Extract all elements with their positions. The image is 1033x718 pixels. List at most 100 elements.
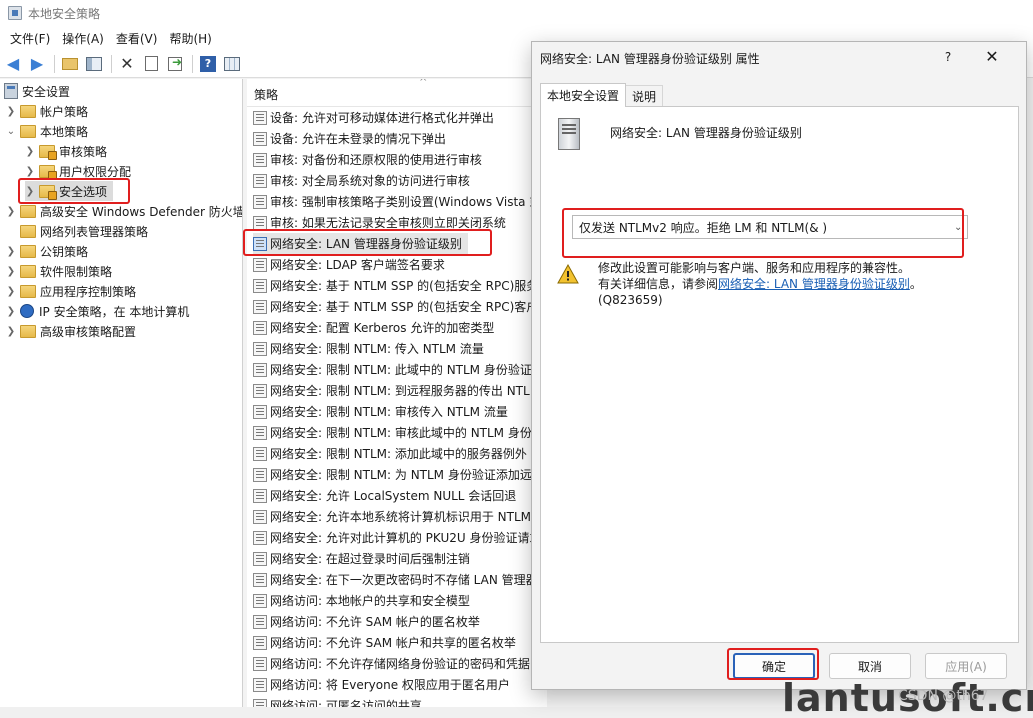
delete-button[interactable]: ✕ [116,53,138,75]
policy-row[interactable]: 网络安全: 在超过登录时间后强制注销 [253,548,470,569]
policy-row[interactable]: 网络安全: 基于 NTLM SSP 的(包括安全 RPC)客户 [253,296,538,317]
chevron-right-icon[interactable]: ❯ [25,146,35,157]
policy-row[interactable]: 审核: 如果无法记录安全审核则立即关闭系统 [253,212,506,233]
tree-item-defender-firewall[interactable]: ❯ 高级安全 Windows Defender 防火墙 [6,201,242,221]
warning-line: 有关详细信息，请参阅网络安全: LAN 管理器身份验证级别。 [598,276,998,292]
policy-label: 网络安全: 基于 NTLM SSP 的(包括安全 RPC)服务 [270,279,539,293]
policy-row[interactable]: 网络安全: 限制 NTLM: 审核传入 NTLM 流量 [253,401,508,422]
tree-item-audit-policy[interactable]: ❯ 审核策略 [25,141,107,161]
delete-icon: ✕ [120,54,134,73]
policy-row[interactable]: 网络安全: LDAP 客户端签名要求 [253,254,445,275]
policy-row[interactable]: 网络安全: 允许本地系统将计算机标识用于 NTLM [253,506,531,527]
policy-label: 网络安全: 允许对此计算机的 PKU2U 身份验证请求 [270,531,542,545]
tree-item-label: 公钥策略 [40,244,89,259]
tree-item-security-options[interactable]: ❯ 安全选项 [25,181,114,201]
policy-row[interactable]: 网络访问: 不允许 SAM 帐户的匿名枚举 [253,611,480,632]
dropdown-value: 仅发送 NTLMv2 响应。拒绝 LM 和 NTLM(& ) [579,220,828,235]
policy-row[interactable]: 网络安全: 限制 NTLM: 添加此域中的服务器例外 [253,443,527,464]
policy-icon [253,593,267,608]
help-button[interactable]: ? [197,53,219,75]
chevron-right-icon[interactable]: ❯ [6,306,16,317]
tree-item-label: 用户权限分配 [59,164,132,179]
dialog-close-button[interactable]: ✕ [980,46,1004,68]
chevron-right-icon[interactable]: ❯ [25,186,35,197]
chevron-right-icon[interactable]: ❯ [6,266,16,277]
policy-label: 网络访问: 可匿名访问的共享 [270,699,422,707]
policy-label: 网络访问: 不允许存储网络身份验证的密码和凭据 [270,657,530,671]
policy-row[interactable]: 网络安全: 允许对此计算机的 PKU2U 身份验证请求 [253,527,541,548]
chevron-down-icon[interactable]: ⌄ [954,222,962,233]
chevron-right-icon[interactable]: ❯ [6,286,16,297]
policy-row[interactable]: 网络访问: 本地帐户的共享和安全模型 [253,590,470,611]
menu-action[interactable]: 操作(A) [56,30,110,47]
tab-local-security-setting[interactable]: 本地安全设置 [540,83,627,107]
tree-item-ip-security[interactable]: ❯ IP 安全策略，在 本地计算机 [6,301,189,321]
tab-explain[interactable]: 说明 [625,85,664,107]
chevron-right-icon[interactable]: ❯ [6,326,16,337]
policy-icon [253,635,267,650]
chevron-down-icon[interactable]: ⌄ [6,126,16,137]
tree-item-user-rights[interactable]: ❯ 用户权限分配 [25,161,131,181]
policy-row[interactable]: 网络安全: 限制 NTLM: 到远程服务器的传出 NTL [253,380,530,401]
tree-item-app-control[interactable]: ❯ 应用程序控制策略 [6,281,136,301]
policy-row[interactable]: 网络安全: 在下一次更改密码时不存储 LAN 管理器 [253,569,538,590]
mmc-view-button[interactable] [221,53,243,75]
column-header-policy[interactable]: ^ 策略 [247,79,547,107]
properties-icon [144,56,158,71]
menu-view[interactable]: 查看(V) [110,30,164,47]
tree-item-security-settings[interactable]: 安全设置 [4,81,70,101]
tree-pane: 安全设置 ❯ 帐户策略 ⌄ 本地策略 ❯ 审核策略 ❯ 用户权限分配 ❯ 安全选… [0,79,243,707]
chevron-right-icon[interactable]: ❯ [6,106,16,117]
tree-item-account-policies[interactable]: ❯ 帐户策略 [6,101,88,121]
dialog-help-button[interactable]: ? [938,47,958,67]
policy-row[interactable]: 网络安全: LAN 管理器身份验证级别 [253,233,468,254]
policy-row[interactable]: 设备: 允许对可移动媒体进行格式化并弹出 [253,107,494,128]
chevron-right-icon[interactable]: ❯ [6,206,16,217]
policy-row[interactable]: 审核: 强制审核策略子类别设置(Windows Vista 或 [253,191,541,212]
auth-level-dropdown[interactable]: 仅发送 NTLMv2 响应。拒绝 LM 和 NTLM(& ) [572,215,968,239]
tree-item-local-policies[interactable]: ⌄ 本地策略 [6,121,88,141]
show-hide-tree-button[interactable] [83,53,105,75]
policy-folder-icon [39,164,57,180]
folder-icon [20,264,36,278]
tree-item-label: IP 安全策略，在 本地计算机 [39,304,190,319]
tree-item-label: 应用程序控制策略 [40,284,137,299]
policy-icon [253,425,267,440]
folder-icon [20,324,36,338]
tree-item-advanced-audit[interactable]: ❯ 高级审核策略配置 [6,321,136,341]
policy-row[interactable]: 网络安全: 配置 Kerberos 允许的加密类型 [253,317,494,338]
policy-icon [253,362,267,377]
policy-row[interactable]: 设备: 允许在未登录的情况下弹出 [253,128,446,149]
policy-row[interactable]: 网络访问: 可匿名访问的共享 [253,695,422,707]
security-settings-icon [4,83,18,99]
policy-row[interactable]: 网络访问: 不允许 SAM 帐户和共享的匿名枚举 [253,632,516,653]
tree-item-public-key-policies[interactable]: ❯ 公钥策略 [6,241,88,261]
toolbar-separator [111,54,112,73]
export-list-button[interactable] [164,53,186,75]
policy-row[interactable]: 网络安全: 基于 NTLM SSP 的(包括安全 RPC)服务 [253,275,538,296]
policy-row[interactable]: 网络安全: 限制 NTLM: 此域中的 NTLM 身份验证 [253,359,532,380]
policy-row[interactable]: 网络安全: 限制 NTLM: 审核此域中的 NTLM 身份 [253,422,532,443]
forward-button[interactable]: ▶ [26,53,48,75]
policy-row[interactable]: 网络安全: 限制 NTLM: 传入 NTLM 流量 [253,338,484,359]
chevron-right-icon[interactable]: ❯ [6,246,16,257]
menu-help[interactable]: 帮助(H) [163,30,217,47]
ip-security-icon [20,304,34,318]
tree-item-network-list-manager[interactable]: 网络列表管理器策略 [20,221,148,241]
policy-row[interactable]: 审核: 对备份和还原权限的使用进行审核 [253,149,482,170]
tree-item-software-restriction[interactable]: ❯ 软件限制策略 [6,261,112,281]
policy-row[interactable]: 网络安全: 限制 NTLM: 为 NTLM 身份验证添加远 [253,464,532,485]
back-button[interactable]: ◀ [2,53,24,75]
policy-row[interactable]: 网络访问: 将 Everyone 权限应用于匿名用户 [253,674,510,695]
policy-row[interactable]: 审核: 对全局系统对象的访问进行审核 [253,170,470,191]
forward-arrow-icon: ▶ [30,54,44,73]
help-link[interactable]: 网络安全: LAN 管理器身份验证级别 [718,277,910,291]
dialog-title: 网络安全: LAN 管理器身份验证级别 属性 [540,52,760,66]
policy-row[interactable]: 网络安全: 允许 LocalSystem NULL 会话回退 [253,485,516,506]
up-one-level-button[interactable] [59,53,81,75]
compatibility-warning: 修改此设置可能影响与客户端、服务和应用程序的兼容性。 有关详细信息，请参阅网络安… [598,260,998,308]
menu-file[interactable]: 文件(F) [4,30,56,47]
properties-button[interactable] [140,53,162,75]
policy-row[interactable]: 网络访问: 不允许存储网络身份验证的密码和凭据 [253,653,530,674]
chevron-right-icon[interactable]: ❯ [25,166,35,177]
